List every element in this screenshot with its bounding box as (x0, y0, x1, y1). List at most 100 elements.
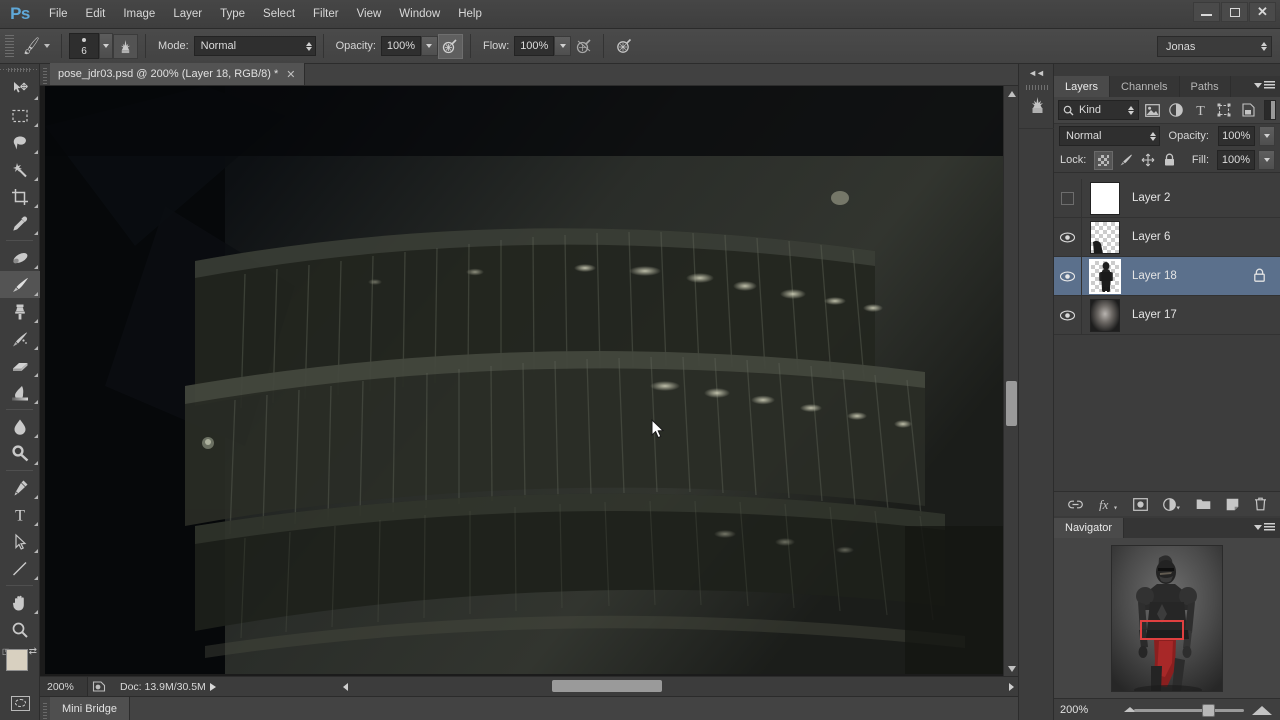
tab-channels[interactable]: Channels (1110, 76, 1180, 97)
zoom-tool[interactable] (0, 616, 40, 643)
dodge-tool[interactable] (0, 440, 40, 467)
menu-help[interactable]: Help (449, 3, 491, 25)
menu-file[interactable]: File (40, 3, 77, 25)
tablet-pressure-size-button[interactable] (611, 34, 636, 59)
blur-tool[interactable] (0, 413, 40, 440)
layer-blend-mode-select[interactable]: Normal (1059, 126, 1160, 146)
mini-bridge-grip[interactable] (40, 696, 50, 720)
menu-edit[interactable]: Edit (77, 3, 115, 25)
layer-opacity-input[interactable]: 100% (1217, 126, 1255, 146)
layer-name[interactable]: Layer 18 (1132, 270, 1177, 282)
brush-preset-dropdown[interactable] (99, 33, 114, 59)
layer-visibility-toggle[interactable] (1054, 179, 1082, 218)
brush-tool[interactable] (0, 271, 40, 298)
opacity-pressure-toggle[interactable] (437, 33, 463, 59)
brush-preset-picker[interactable]: 6 (69, 33, 100, 59)
lock-icon[interactable] (1253, 268, 1266, 286)
smart-object-filter-icon[interactable] (1238, 100, 1259, 121)
filter-kind-select[interactable]: Kind (1058, 100, 1139, 120)
new-layer-icon[interactable] (1226, 498, 1239, 511)
flow-dropdown[interactable] (554, 36, 572, 56)
zoom-in-icon[interactable] (1252, 706, 1272, 715)
minimize-button[interactable] (1193, 2, 1220, 22)
dock-grip[interactable] (1026, 85, 1048, 90)
layer-fill-dropdown[interactable] (1258, 150, 1275, 170)
layer-name[interactable]: Layer 6 (1132, 231, 1170, 243)
delete-layer-icon[interactable] (1254, 497, 1267, 511)
layer-visibility-toggle[interactable] (1054, 256, 1082, 296)
layer-thumbnail[interactable] (1090, 181, 1120, 215)
close-button[interactable]: ✕ (1249, 2, 1276, 22)
zoom-level-field[interactable]: 200% (40, 677, 88, 696)
type-filter-icon[interactable]: T (1190, 100, 1211, 121)
pixel-filter-icon[interactable] (1142, 100, 1163, 121)
menu-filter[interactable]: Filter (304, 3, 348, 25)
layer-visibility-toggle[interactable] (1054, 217, 1082, 257)
navigator-preview[interactable] (1054, 538, 1280, 698)
lock-image-pixels-button[interactable] (1116, 151, 1135, 170)
menu-window[interactable]: Window (390, 3, 449, 25)
menu-image[interactable]: Image (114, 3, 164, 25)
new-group-icon[interactable] (1196, 498, 1211, 510)
crop-tool[interactable] (0, 183, 40, 210)
hand-tool[interactable] (0, 589, 40, 616)
menu-select[interactable]: Select (254, 3, 304, 25)
document-canvas[interactable] (45, 86, 1003, 674)
lock-position-button[interactable] (1138, 151, 1157, 170)
zoom-slider-track[interactable] (1134, 709, 1244, 712)
magic-wand-tool[interactable] (0, 156, 40, 183)
toggle-brush-panel-button[interactable] (113, 33, 139, 59)
layer-visibility-toggle[interactable] (1054, 295, 1082, 335)
status-expand-icon[interactable] (209, 682, 216, 691)
flow-input[interactable]: 100% (514, 36, 555, 56)
canvas-area[interactable] (40, 86, 1018, 676)
move-tool[interactable] (0, 75, 40, 102)
table-row[interactable]: Layer 6 (1054, 217, 1280, 257)
options-bar-grip[interactable] (5, 35, 14, 57)
layer-fill-input[interactable]: 100% (1217, 150, 1255, 170)
menu-view[interactable]: View (348, 3, 391, 25)
tab-mini-bridge[interactable]: Mini Bridge (50, 697, 131, 720)
lock-all-button[interactable] (1160, 151, 1179, 170)
screen-mode-button[interactable] (0, 715, 40, 720)
swap-colors-icon[interactable]: ⇄ (29, 646, 37, 657)
eraser-tool[interactable] (0, 352, 40, 379)
blend-mode-select[interactable]: Normal (193, 36, 316, 56)
lasso-tool[interactable] (0, 129, 40, 156)
layer-thumbnail[interactable] (1090, 220, 1120, 254)
canvas-vertical-scrollbar[interactable] (1003, 86, 1018, 676)
table-row[interactable]: Layer 2 (1054, 179, 1280, 218)
clone-stamp-tool[interactable] (0, 298, 40, 325)
navigator-thumbnail[interactable] (1111, 544, 1223, 692)
layer-name[interactable]: Layer 17 (1132, 309, 1177, 321)
layers-panel-menu-button[interactable] (1254, 81, 1275, 89)
tab-bar-grip[interactable] (40, 63, 50, 85)
path-selection-tool[interactable] (0, 528, 40, 555)
table-row[interactable]: Layer 18 (1054, 256, 1280, 296)
gradient-tool[interactable] (0, 379, 40, 406)
current-tool-preview[interactable]: 🖌 (18, 37, 54, 56)
eyedropper-tool[interactable] (0, 210, 40, 237)
add-mask-icon[interactable] (1132, 497, 1148, 511)
chevron-down-icon[interactable] (44, 44, 51, 48)
layer-name[interactable]: Layer 2 (1132, 192, 1170, 204)
brush-presets-panel-icon[interactable] (1019, 81, 1055, 129)
zoom-slider-thumb[interactable] (1202, 704, 1215, 717)
shape-filter-icon[interactable] (1214, 100, 1235, 121)
lock-transparency-button[interactable] (1094, 150, 1114, 170)
tab-layers[interactable]: Layers (1054, 76, 1111, 97)
layer-thumbnail[interactable] (1089, 258, 1121, 294)
link-layers-icon[interactable] (1067, 499, 1083, 510)
opacity-input[interactable]: 100% (380, 36, 421, 56)
history-brush-tool[interactable] (0, 325, 40, 352)
tab-paths[interactable]: Paths (1180, 76, 1231, 97)
pen-tool[interactable] (0, 474, 40, 501)
workspace-select[interactable]: Jonas (1157, 36, 1272, 57)
scroll-up-button[interactable] (1004, 86, 1018, 101)
marquee-tool[interactable] (0, 102, 40, 129)
type-tool[interactable]: T (0, 501, 40, 528)
layer-style-fx-icon[interactable]: fx (1098, 498, 1118, 511)
menu-type[interactable]: Type (211, 3, 254, 25)
healing-brush-tool[interactable] (0, 244, 40, 271)
adjustment-layer-icon[interactable] (1162, 497, 1181, 511)
